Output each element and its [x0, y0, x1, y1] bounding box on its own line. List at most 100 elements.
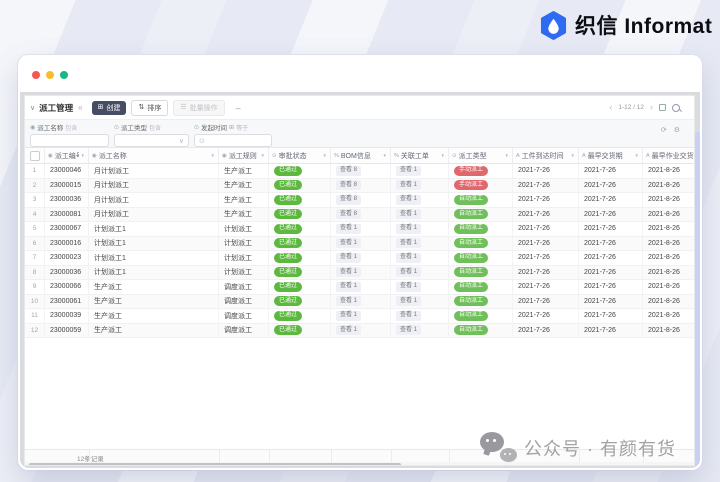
table-row[interactable]: 4 23000081 月计划派工 生产派工 已通过 查看 8 查看 1 自动派工 2021-7-… — [25, 207, 694, 222]
table-row[interactable]: 12 23000059 生产派工 调度派工 已通过 查看 1 查看 1 自动派工 2021-7-… — [25, 323, 694, 338]
order-view-link[interactable]: 查看 1 — [396, 296, 422, 307]
order-view-link[interactable]: 查看 1 — [396, 325, 422, 336]
order-view-link[interactable]: 查看 1 — [396, 238, 422, 249]
expand-icon[interactable] — [659, 104, 666, 111]
sort-arrow-icon[interactable]: ▼ — [503, 153, 509, 158]
column-header-order[interactable]: % 关联工单 ▼ — [391, 148, 449, 163]
bom-view-link[interactable]: 查看 1 — [336, 223, 362, 234]
column-header-due[interactable]: A 最早交货期 ▼ — [579, 148, 643, 163]
cell-due: 2021-7-26 — [579, 193, 643, 207]
minimize-window-icon[interactable] — [46, 71, 54, 79]
search-icon[interactable] — [672, 103, 680, 112]
sort-arrow-icon[interactable]: ▼ — [79, 153, 85, 158]
table-row[interactable]: 2 23000015 月计划派工 生产派工 已通过 查看 8 查看 1 手动派工 2021-7-… — [25, 178, 694, 193]
settings-icon[interactable]: ⚙ — [674, 126, 680, 134]
column-header-job_due[interactable]: A最早作业交货期▼ — [643, 148, 694, 163]
cell-status: 已通过 — [269, 178, 331, 192]
cell-arrive: 2021-7-26 — [513, 294, 579, 308]
vertical-scrollbar-thumb[interactable] — [695, 132, 700, 468]
column-label: 审批状态 — [278, 152, 307, 160]
cell-type: 自动派工 — [449, 265, 513, 279]
horizontal-scrollbar-thumb[interactable] — [29, 463, 401, 465]
column-header-status[interactable]: ⊙ 审批状态 ▼ — [269, 148, 331, 163]
bom-view-link[interactable]: 查看 1 — [336, 310, 362, 321]
filter-operator[interactable]: 包含 — [65, 123, 77, 132]
column-header-arrive[interactable]: A 工件到达时间 ▼ — [513, 148, 579, 163]
bom-view-link[interactable]: 查看 1 — [336, 252, 362, 263]
next-page-icon[interactable]: › — [650, 103, 653, 112]
sort-arrow-icon[interactable]: ▼ — [209, 153, 215, 158]
order-view-link[interactable]: 查看 1 — [396, 281, 422, 292]
dispatch-type-select[interactable]: ∨ — [114, 134, 189, 147]
collapse-chevron-icon[interactable]: ∨ — [30, 104, 35, 112]
sort-arrow-icon[interactable]: ▼ — [569, 153, 575, 158]
select-field-icon: ⊙ — [452, 152, 457, 159]
bom-view-link[interactable]: 查看 8 — [336, 165, 362, 176]
bom-view-link[interactable]: 查看 1 — [336, 238, 362, 249]
cell-status: 已通过 — [269, 236, 331, 250]
filter-operator[interactable]: 包含 — [149, 123, 161, 132]
select-all-checkbox[interactable] — [29, 150, 40, 161]
table-row[interactable]: 10 23000061 生产派工 调度派工 已通过 查看 1 查看 1 自动派工 2021-7-… — [25, 294, 694, 309]
table-row[interactable]: 1 23000046 月计划派工 生产派工 已通过 查看 8 查看 1 手动派工 2021-7-… — [25, 164, 694, 179]
start-time-input[interactable]: ⊙ — [194, 134, 272, 147]
column-header-bom[interactable]: % BOM信息 ▼ — [331, 148, 391, 163]
order-view-link[interactable]: 查看 1 — [396, 194, 422, 205]
bom-view-link[interactable]: 查看 1 — [336, 267, 362, 278]
maximize-window-icon[interactable] — [60, 71, 68, 79]
table-row[interactable]: 7 23000023 计划派工1 计划派工 已通过 查看 1 查看 1 自动派工 2021-7-… — [25, 251, 694, 266]
column-label: 最早作业交货期 — [651, 152, 694, 160]
table-row[interactable]: 3 23000036 月计划派工 生产派工 已通过 查看 8 查看 1 自动派工 2021-7-… — [25, 193, 694, 208]
create-button[interactable]: ⊞ 创建 — [91, 100, 127, 115]
cell-job_due: 2021-8-26 — [643, 295, 694, 309]
column-header-name[interactable]: ◉ 派工名称 ▼ — [89, 148, 219, 163]
more-icon[interactable]: – — [236, 103, 241, 113]
date-field-icon: A — [646, 152, 650, 159]
batch-actions-button[interactable]: ☰ 批量操作 — [173, 99, 225, 116]
table-row[interactable]: 6 23000016 计划派工1 计划派工 已通过 查看 1 查看 1 自动派工 2021-7-… — [25, 236, 694, 251]
sort-arrow-icon[interactable]: ▼ — [439, 153, 445, 158]
clock-icon: ⊙ — [199, 137, 205, 145]
sort-arrow-icon[interactable]: ▼ — [633, 153, 639, 158]
cell-status: 已通过 — [269, 323, 331, 337]
table-row[interactable]: 9 23000066 生产派工 调度派工 已通过 查看 1 查看 1 自动派工 2021-7-2… — [25, 280, 694, 295]
close-window-icon[interactable] — [32, 71, 40, 79]
order-view-link[interactable]: 查看 1 — [396, 165, 422, 176]
sort-button[interactable]: ⇅ 排序 — [131, 99, 169, 116]
order-view-link[interactable]: 查看 1 — [396, 223, 422, 234]
cell-order: 查看 1 — [391, 207, 449, 221]
bom-view-link[interactable]: 查看 8 — [336, 209, 362, 220]
bom-view-link[interactable]: 查看 8 — [336, 194, 362, 205]
share-icon[interactable]: « — [78, 103, 82, 112]
prev-page-icon[interactable]: ‹ — [609, 103, 612, 112]
dispatch-name-input[interactable] — [30, 134, 109, 147]
bom-view-link[interactable]: 查看 1 — [336, 325, 362, 336]
table-row[interactable]: 5 23000067 计划派工1 计划派工 已通过 查看 1 查看 1 自动派工 2021-7-… — [25, 222, 694, 237]
sort-arrow-icon[interactable]: ▼ — [381, 153, 387, 158]
type-pill: 手动派工 — [454, 165, 489, 176]
filter-operator[interactable]: 等于 — [236, 123, 248, 132]
order-view-link[interactable]: 查看 1 — [396, 180, 422, 191]
order-view-link[interactable]: 查看 1 — [396, 310, 422, 321]
bom-view-link[interactable]: 查看 1 — [336, 296, 362, 307]
filter-label: 发起时间 — [201, 125, 228, 132]
column-header-code[interactable]: ◉派工编号▼ — [45, 148, 89, 163]
cell-status: 已通过 — [269, 280, 331, 294]
cell-order: 查看 1 — [391, 164, 449, 178]
bom-view-link[interactable]: 查看 8 — [336, 180, 362, 191]
order-view-link[interactable]: 查看 1 — [396, 209, 422, 220]
order-view-link[interactable]: 查看 1 — [396, 267, 422, 278]
column-header-type[interactable]: ⊙ 派工类型 ▼ — [449, 148, 513, 163]
cell-code: 23000023 — [45, 251, 89, 265]
order-view-link[interactable]: 查看 1 — [396, 252, 422, 263]
sort-arrow-icon[interactable]: ▼ — [321, 153, 327, 158]
table-row[interactable]: 11 23000039 生产派工 调度派工 已通过 查看 1 查看 1 自动派工 2021-7-… — [25, 309, 694, 324]
column-header-rule[interactable]: ◉ 派工规则 ▼ — [219, 148, 269, 163]
cell-arrive: 2021-7-26 — [513, 265, 579, 279]
table-row[interactable]: 8 23000036 计划派工1 计划派工 已通过 查看 1 查看 1 自动派工 2021-7-… — [25, 265, 694, 280]
cell-order: 查看 1 — [391, 294, 449, 308]
bom-view-link[interactable]: 查看 1 — [336, 281, 362, 292]
refresh-icon[interactable]: ⟳ — [661, 126, 667, 134]
cell-job_due: 2021-8-26 — [643, 193, 694, 207]
sort-arrow-icon[interactable]: ▼ — [259, 153, 265, 158]
